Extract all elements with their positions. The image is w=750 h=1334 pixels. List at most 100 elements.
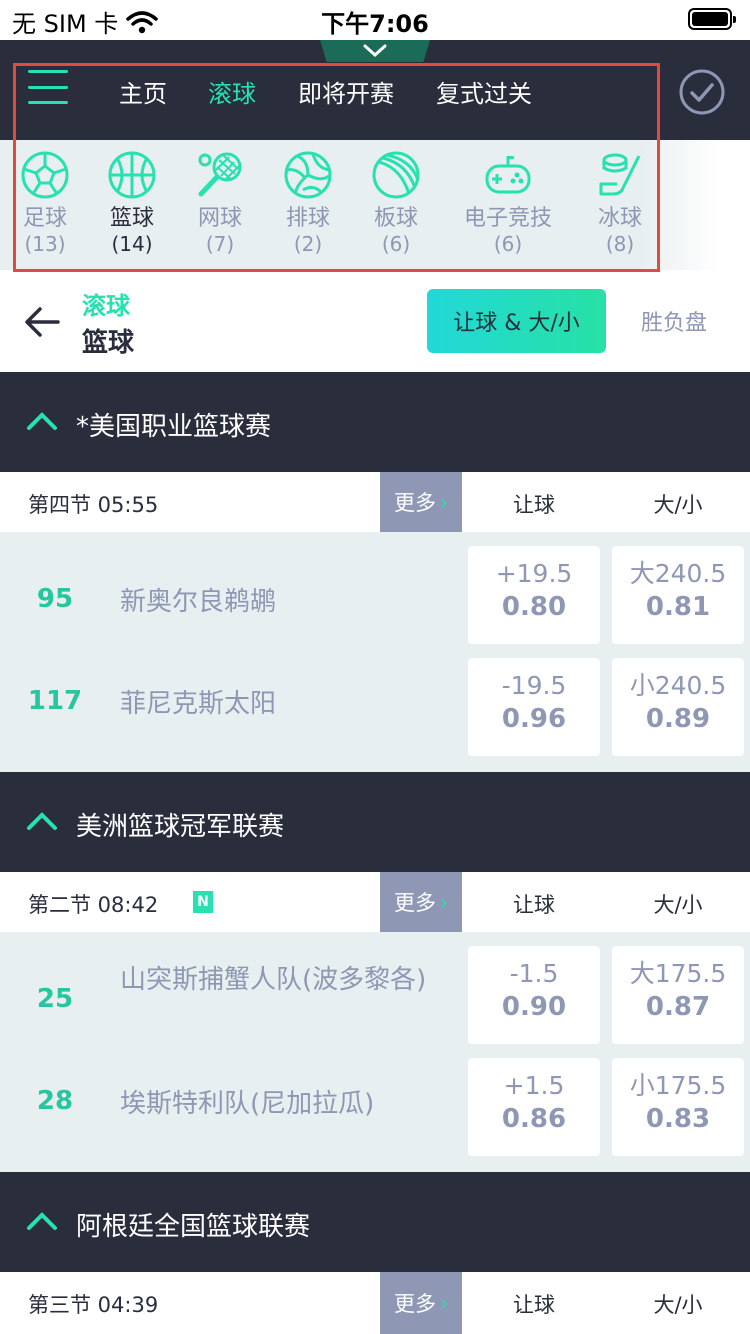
collapse-toggle[interactable] — [320, 40, 430, 62]
chevron-down-icon — [363, 44, 387, 58]
more-button[interactable]: 更多 › — [380, 1272, 462, 1334]
hamburger-menu-icon[interactable] — [28, 70, 68, 104]
nav-tab-home[interactable]: 主页 — [119, 74, 167, 109]
segment-handicap-ou[interactable]: 让球 & 大/小 — [427, 289, 606, 353]
period-time: 第二节 08:42 — [28, 893, 159, 917]
odds-line: +19.5 — [495, 559, 573, 588]
tennis-racket-icon — [198, 152, 242, 197]
column-handicap: 让球 — [513, 893, 555, 917]
sport-count: (14) — [111, 232, 153, 256]
sport-count: (7) — [205, 232, 235, 256]
page-header: 滚球 篮球 让球 & 大/小 胜负盘 — [0, 272, 750, 372]
chevron-right-icon: › — [440, 1291, 448, 1315]
top-nav: 主页 滚球 即将开赛 复式过关 — [0, 40, 750, 140]
odds-handicap-home[interactable]: -1.5 0.90 — [468, 946, 600, 1044]
chevron-up-icon — [27, 812, 57, 830]
odds-line: 大240.5 — [629, 559, 727, 588]
odds-price: 0.80 — [501, 592, 567, 622]
match-body: 95 新奥尔良鹈鹕 +19.5 0.80 大240.5 0.81 117 菲尼克… — [0, 532, 750, 772]
volleyball-icon — [284, 151, 332, 199]
nav-tab-live[interactable]: 滚球 — [208, 74, 256, 109]
odds-ou-over[interactable]: 大240.5 0.81 — [612, 546, 744, 644]
more-label: 更多 — [394, 1292, 436, 1316]
soccer-ball-icon — [21, 151, 69, 199]
sport-count: (2) — [293, 232, 323, 256]
more-button[interactable]: 更多 › — [380, 472, 462, 540]
column-handicap: 让球 — [513, 1293, 555, 1317]
league-header[interactable]: 阿根廷全国篮球联赛 — [0, 1172, 750, 1272]
sport-name: 网球 — [197, 206, 242, 231]
team-name: 菲尼克斯太阳 — [120, 689, 277, 719]
basketball-icon — [108, 151, 156, 199]
back-arrow-icon[interactable] — [22, 302, 62, 342]
odds-ou-over[interactable]: 大175.5 0.87 — [612, 946, 744, 1044]
odds-price: 0.86 — [501, 1104, 567, 1134]
odds-line: 大175.5 — [629, 959, 727, 988]
odds-price: 0.89 — [645, 704, 711, 734]
odds-price: 0.87 — [645, 992, 711, 1022]
new-badge: N — [193, 891, 213, 913]
team-score: 117 — [27, 686, 83, 716]
more-label: 更多 — [394, 891, 436, 915]
period-row: 第三节 04:39 更多 › 让球 大/小 — [0, 1272, 750, 1334]
odds-handicap-away[interactable]: -19.5 0.96 — [468, 658, 600, 756]
chevron-up-icon — [27, 1212, 57, 1230]
status-time: 下午7:06 — [321, 10, 429, 38]
sport-name: 电子竞技 — [463, 206, 552, 231]
league-name: *美国职业篮球赛 — [76, 412, 272, 442]
battery-icon — [688, 8, 736, 30]
team-score: 25 — [36, 984, 74, 1014]
sport-item-soccer[interactable]: 足球 (13) — [5, 150, 85, 256]
odds-line: 小175.5 — [629, 1071, 727, 1100]
sport-item-cricket[interactable]: 板球 (6) — [356, 150, 436, 256]
odds-line: -1.5 — [509, 959, 559, 988]
odds-handicap-away[interactable]: +1.5 0.86 — [468, 1058, 600, 1156]
team-score: 95 — [36, 584, 74, 614]
sport-count: (13) — [24, 232, 66, 256]
odds-price: 0.96 — [501, 704, 567, 734]
check-circle-icon[interactable] — [678, 68, 726, 116]
sport-name: 篮球 — [109, 206, 154, 231]
segment-moneyline[interactable]: 胜负盘 — [618, 289, 730, 353]
odds-ou-under[interactable]: 小240.5 0.89 — [612, 658, 744, 756]
sport-count: (6) — [493, 232, 523, 256]
column-handicap: 让球 — [513, 493, 555, 517]
more-button[interactable]: 更多 › — [380, 872, 462, 940]
team-name: 埃斯特利队(尼加拉瓜) — [120, 1089, 375, 1119]
odds-line: -19.5 — [501, 671, 567, 700]
sport-item-volleyball[interactable]: 排球 (2) — [268, 150, 348, 256]
sport-name: 板球 — [373, 206, 418, 231]
odds-line: +1.5 — [503, 1071, 565, 1100]
nav-tab-upcoming[interactable]: 即将开赛 — [298, 74, 394, 109]
chevron-right-icon: › — [440, 490, 448, 514]
odds-price: 0.81 — [645, 592, 711, 622]
league-header[interactable]: *美国职业篮球赛 — [0, 372, 750, 472]
odds-handicap-home[interactable]: +19.5 0.80 — [468, 546, 600, 644]
sport-item-esports[interactable]: 电子竞技 (6) — [458, 150, 558, 256]
page-title: 篮球 — [82, 328, 135, 358]
sports-fade — [640, 140, 750, 270]
odds-price: 0.90 — [501, 992, 567, 1022]
team-name: 新奥尔良鹈鹕 — [120, 587, 277, 617]
nav-tab-parlay[interactable]: 复式过关 — [436, 74, 532, 109]
chevron-right-icon: › — [440, 890, 448, 914]
odds-line: 小240.5 — [629, 671, 727, 700]
sports-strip: 足球 (13) 篮球 (14) 网球 (7) 排球 (2) 板球 (6) 电子竞… — [0, 140, 750, 270]
chevron-up-icon — [27, 412, 57, 430]
hockey-icon — [599, 153, 641, 196]
league-header[interactable]: 美洲篮球冠军联赛 — [0, 772, 750, 872]
more-label: 更多 — [394, 491, 436, 515]
sport-name: 足球 — [22, 206, 67, 231]
match-body: 25 山突斯捕蟹人队(波多黎各) -1.5 0.90 大175.5 0.87 2… — [0, 932, 750, 1172]
period-row: 第二节 08:42 N 更多 › 让球 大/小 — [0, 872, 750, 940]
column-over-under: 大/小 — [653, 493, 703, 517]
period-time: 第四节 05:55 — [28, 493, 159, 517]
sport-item-tennis[interactable]: 网球 (7) — [180, 150, 260, 256]
league-name: 阿根廷全国篮球联赛 — [76, 1212, 311, 1242]
cricket-ball-icon — [372, 151, 420, 199]
odds-ou-under[interactable]: 小175.5 0.83 — [612, 1058, 744, 1156]
sport-count: (6) — [381, 232, 411, 256]
sport-item-basketball[interactable]: 篮球 (14) — [92, 150, 172, 256]
period-time: 第三节 04:39 — [28, 1293, 159, 1317]
team-score: 28 — [36, 1086, 74, 1116]
